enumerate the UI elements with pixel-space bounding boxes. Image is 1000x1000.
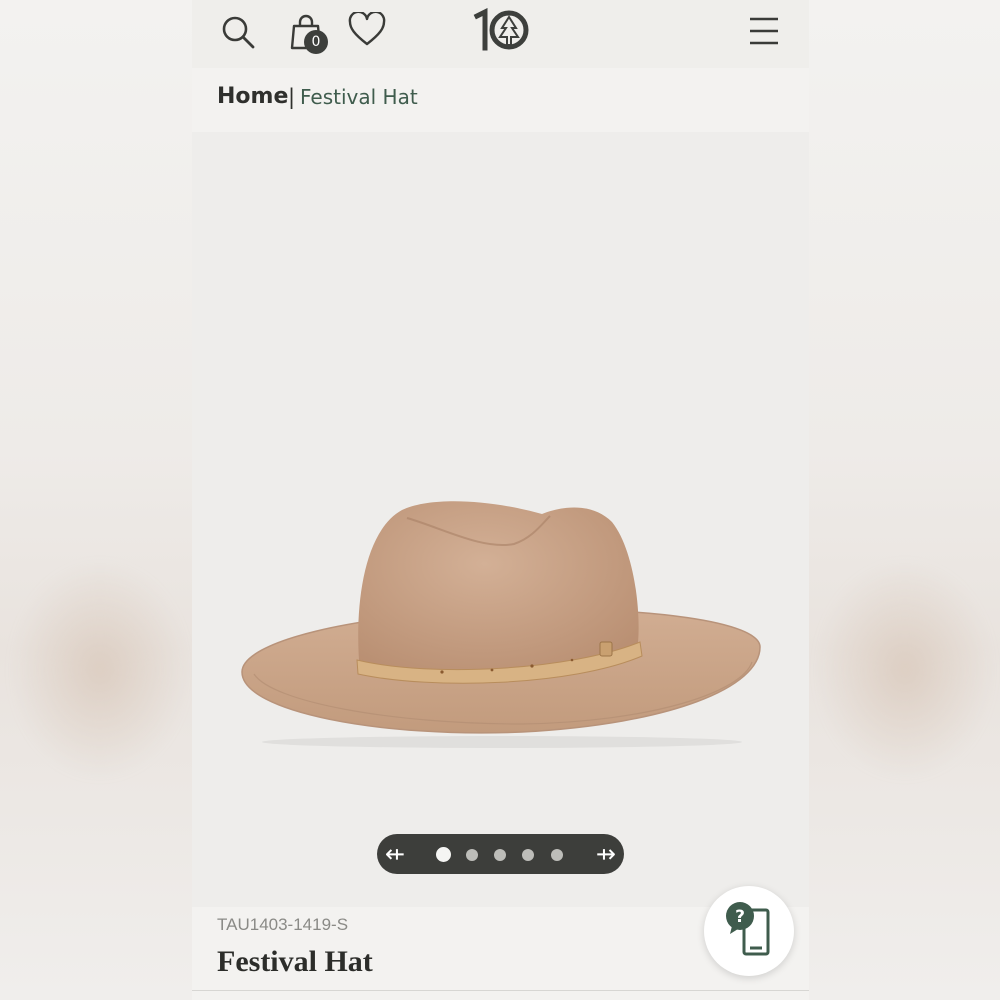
background-right bbox=[808, 0, 1000, 1000]
menu-icon[interactable] bbox=[749, 16, 779, 46]
carousel-dot-5[interactable] bbox=[551, 849, 563, 861]
breadcrumb-current: Festival Hat bbox=[300, 85, 418, 109]
carousel-dot-1[interactable] bbox=[436, 847, 451, 862]
help-chat-icon: ? bbox=[726, 902, 770, 956]
product-title: Festival Hat bbox=[217, 945, 373, 978]
arrow-left-icon[interactable]: ⇷ bbox=[385, 840, 405, 868]
background-blur-left bbox=[10, 560, 190, 780]
search-icon[interactable] bbox=[220, 14, 256, 50]
breadcrumb-home-link[interactable]: Home bbox=[217, 84, 288, 109]
breadcrumb: Home | Festival Hat bbox=[192, 68, 809, 132]
carousel-dot-2[interactable] bbox=[466, 849, 478, 861]
help-question-mark: ? bbox=[735, 907, 745, 927]
arrow-right-icon[interactable]: ⇸ bbox=[596, 840, 616, 868]
image-carousel-controls: ⇷ ⇸ bbox=[377, 834, 624, 874]
brand-logo[interactable] bbox=[473, 8, 529, 52]
cart-count-badge[interactable]: 0 bbox=[304, 30, 328, 54]
divider bbox=[192, 990, 809, 991]
heart-icon[interactable] bbox=[348, 12, 386, 48]
background-left bbox=[0, 0, 192, 1000]
product-image-gallery[interactable]: ⇷ ⇸ bbox=[192, 132, 809, 907]
carousel-dot-4[interactable] bbox=[522, 849, 534, 861]
background-blur-right bbox=[815, 560, 995, 780]
header-bar: 0 bbox=[192, 0, 809, 69]
mobile-page: 0 Home | Festival Hat ⇷ ⇸ TAU1403-1419-S… bbox=[192, 0, 809, 1000]
breadcrumb-separator: | bbox=[288, 85, 296, 109]
help-chat-button[interactable]: ? bbox=[704, 886, 794, 976]
product-sku: TAU1403-1419-S bbox=[217, 915, 349, 934]
carousel-dot-3[interactable] bbox=[494, 849, 506, 861]
product-image-hat bbox=[241, 501, 761, 748]
